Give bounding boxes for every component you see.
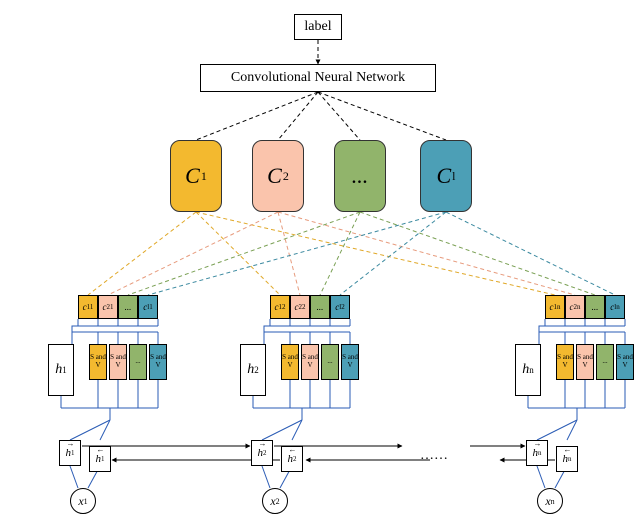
- h1-s: 1: [62, 365, 67, 375]
- sv-2-1: S and V: [281, 344, 299, 380]
- capsule-c1-C: C: [185, 163, 200, 189]
- capsule-c1: C1: [170, 140, 222, 212]
- hn-fwd-t: h: [533, 447, 539, 459]
- mini-c11: c11: [78, 295, 98, 319]
- hn-fwd: hn: [526, 440, 548, 466]
- mini-c21: c21: [98, 295, 118, 319]
- sv-2-3: ...: [321, 344, 339, 380]
- hn-fwd-s: n: [538, 449, 542, 457]
- cnn-box: Convolutional Neural Network: [200, 64, 436, 92]
- x1-s: 1: [84, 497, 88, 506]
- h2-fwd: h2: [251, 440, 273, 466]
- sequence-ellipsis: ……: [420, 448, 448, 464]
- x2-s: 2: [276, 497, 280, 506]
- mini-c22-s: 22: [299, 303, 306, 311]
- mini-c1n-s: 1n: [554, 303, 561, 311]
- capsule-ellipsis: ...: [334, 140, 386, 212]
- sv-n-1: S and V: [556, 344, 574, 380]
- mini-cl2-s: l2: [339, 303, 344, 311]
- h2-bwd-s: 2: [293, 455, 297, 463]
- mini-c12-s: 12: [279, 303, 286, 311]
- mini-c2n: c2n: [565, 295, 585, 319]
- hn-box: hn: [515, 344, 541, 396]
- mini-cln-s: ln: [614, 303, 619, 311]
- mini-c21-s: 21: [107, 303, 114, 311]
- sv-1-2: S and V: [109, 344, 127, 380]
- sv-n-3: ...: [596, 344, 614, 380]
- mini-cl1: cl1: [138, 295, 158, 319]
- hn-bwd-t: h: [563, 453, 569, 465]
- sv-n-4: S and V: [616, 344, 634, 380]
- xn-s: n: [551, 497, 555, 506]
- h1-fwd-t: h: [66, 447, 72, 459]
- h1-bwd-t: h: [96, 453, 102, 465]
- h1-t: h: [55, 362, 62, 378]
- sv-1-3: ...: [129, 344, 147, 380]
- x1-node: x1: [70, 488, 96, 514]
- h2-fwd-s: 2: [263, 449, 267, 457]
- sv-2-4: S and V: [341, 344, 359, 380]
- xn-node: xn: [537, 488, 563, 514]
- hn-bwd-s: n: [568, 455, 572, 463]
- capsule-c2: C2: [252, 140, 304, 212]
- sv-n-2: S and V: [576, 344, 594, 380]
- h2-bwd-t: h: [288, 453, 294, 465]
- h2-box: h2: [240, 344, 266, 396]
- sv-2-2: S and V: [301, 344, 319, 380]
- mini-ellipsis-2: ...: [310, 295, 330, 319]
- label-box: label: [294, 14, 342, 40]
- capsule-c2-C: C: [267, 163, 282, 189]
- h2-fwd-t: h: [258, 447, 264, 459]
- h1-fwd-s: 1: [71, 449, 75, 457]
- sv-1-1: S and V: [89, 344, 107, 380]
- mini-c1n: c1n: [545, 295, 565, 319]
- h1-fwd: h1: [59, 440, 81, 466]
- h2-bwd: h2: [281, 446, 303, 472]
- capsule-c2-sub: 2: [283, 169, 289, 184]
- capsule-c1-sub: 1: [201, 169, 207, 184]
- hn-s: n: [529, 365, 534, 375]
- mini-cln: cln: [605, 295, 625, 319]
- h2-s: 2: [254, 365, 259, 375]
- h2-t: h: [247, 362, 254, 378]
- mini-ellipsis-n: ...: [585, 295, 605, 319]
- capsule-cl-sub: l: [452, 169, 455, 184]
- mini-cl2: cl2: [330, 295, 350, 319]
- h1-box: h1: [48, 344, 74, 396]
- h1-bwd-s: 1: [101, 455, 105, 463]
- mini-ellipsis-1: ...: [118, 295, 138, 319]
- mini-c11-s: 11: [87, 303, 94, 311]
- x2-node: x2: [262, 488, 288, 514]
- hn-bwd: hn: [556, 446, 578, 472]
- mini-c22: c22: [290, 295, 310, 319]
- capsule-cl-C: C: [436, 163, 451, 189]
- h1-bwd: h1: [89, 446, 111, 472]
- mini-c2n-s: 2n: [574, 303, 581, 311]
- mini-c12: c12: [270, 295, 290, 319]
- capsule-cl: Cl: [420, 140, 472, 212]
- mini-cl1-s: l1: [147, 303, 152, 311]
- hn-t: h: [522, 362, 529, 378]
- sv-1-4: S and V: [149, 344, 167, 380]
